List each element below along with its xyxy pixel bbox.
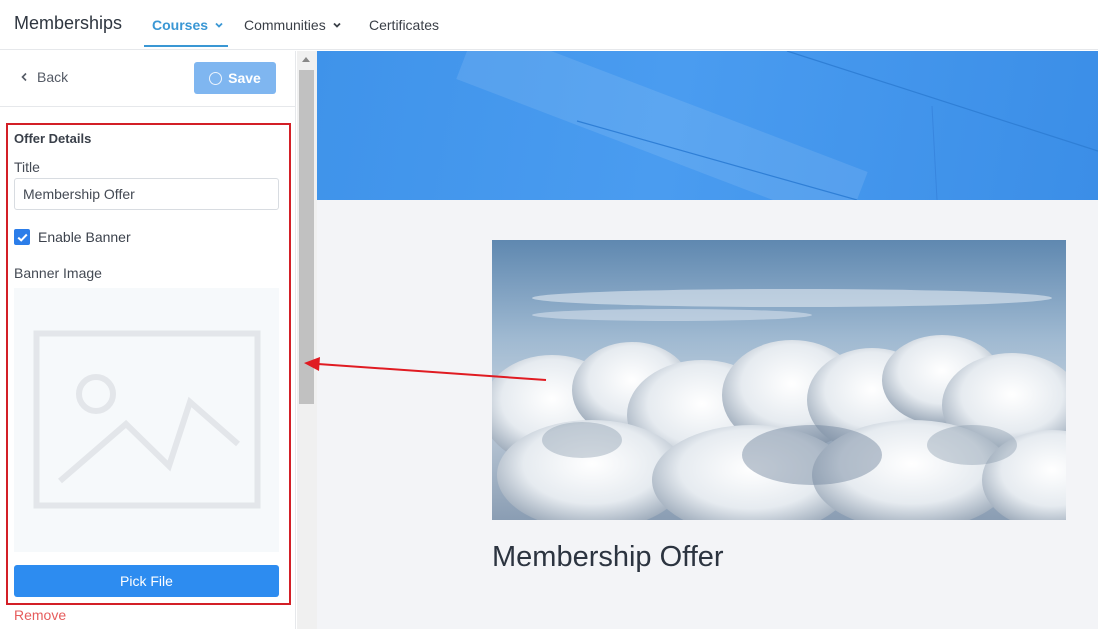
sidebar-scrollbar[interactable] (297, 51, 317, 629)
banner-image-dropzone[interactable] (14, 288, 279, 552)
top-navigation: Memberships Courses Communities Certific… (0, 0, 1098, 50)
hero-background-lines (456, 51, 1098, 200)
offer-preview: Membership Offer (317, 51, 1098, 629)
remove-link[interactable]: Remove (14, 607, 66, 623)
checkmark-icon (17, 233, 28, 242)
save-button[interactable]: Save (194, 62, 276, 94)
banner-image (492, 240, 1066, 520)
enable-banner-checkbox[interactable] (14, 229, 30, 245)
enable-banner-label: Enable Banner (38, 229, 131, 245)
hero-banner (317, 51, 1098, 200)
nav-tab-label: Communities (244, 17, 326, 33)
scroll-thumb[interactable] (299, 70, 314, 404)
title-input[interactable] (14, 178, 279, 210)
chevron-down-icon (215, 22, 223, 28)
chevron-left-icon (21, 72, 27, 82)
back-button[interactable]: Back (20, 69, 68, 85)
offer-editor-sidebar: Back Save Offer Details Title Enable Ban… (0, 51, 296, 629)
clouds-image (492, 240, 1066, 520)
nav-tab-label: Courses (152, 17, 209, 33)
back-label: Back (37, 69, 69, 85)
title-label: Title (14, 159, 40, 175)
image-placeholder-icon (33, 330, 261, 509)
section-title: Offer Details (14, 131, 92, 146)
active-tab-indicator (144, 45, 228, 47)
nav-tab-courses[interactable]: Courses (152, 17, 224, 33)
sidebar-header: Back Save (0, 51, 295, 107)
scroll-up-arrow-icon[interactable] (302, 57, 310, 62)
nav-tab-label: Certificates (369, 17, 440, 33)
spinner-icon (209, 71, 223, 85)
chevron-down-icon (333, 22, 341, 28)
brand-title: Memberships (14, 13, 123, 33)
save-label: Save (228, 70, 261, 86)
nav-tab-communities[interactable]: Communities (244, 17, 342, 33)
banner-image-label: Banner Image (14, 265, 102, 281)
nav-tab-certificates[interactable]: Certificates (369, 17, 439, 33)
pick-file-button[interactable]: Pick File (14, 565, 279, 597)
offer-title: Membership Offer (492, 541, 724, 573)
